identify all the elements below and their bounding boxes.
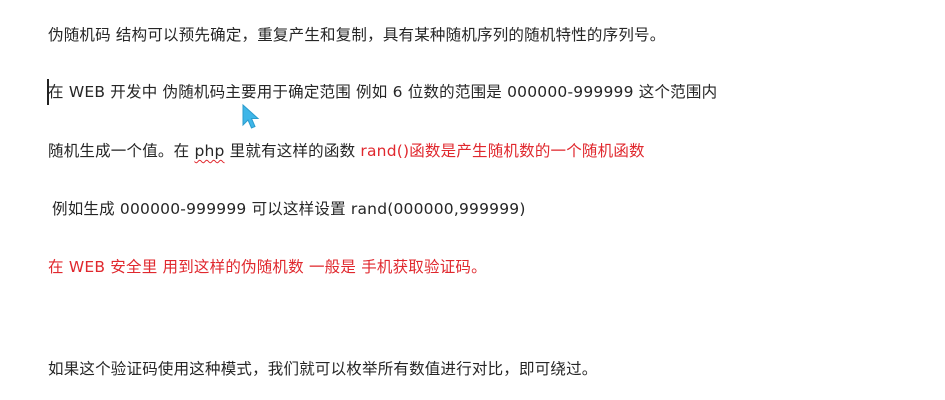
- php-spellcheck-word: php: [194, 142, 225, 160]
- line-3-text-b: 里就有这样的函数: [224, 142, 361, 160]
- paragraph-line-1: 伪随机码 结构可以预先确定，重复产生和复制，具有某种随机序列的随机特性的序列号。: [48, 26, 666, 44]
- document-page[interactable]: 伪随机码 结构可以预先确定，重复产生和复制，具有某种随机序列的随机特性的序列号。…: [0, 0, 945, 400]
- mouse-pointer-icon: [242, 103, 260, 129]
- paragraph-line-3: 随机生成一个值。在 php 里就有这样的函数 rand()函数是产生随机数的一个…: [48, 140, 645, 162]
- paragraph-line-5-red: 在 WEB 安全里 用到这样的伪随机数 一般是 手机获取验证码。: [48, 258, 487, 276]
- line-3-text-a: 随机生成一个值。在: [48, 142, 195, 160]
- paragraph-line-4: 例如生成 000000-999999 可以这样设置 rand(000000,99…: [52, 200, 526, 218]
- paragraph-line-2: 在 WEB 开发中 伪随机码主要用于确定范围 例如 6 位数的范围是 00000…: [48, 83, 718, 101]
- rand-function-highlight: rand()函数是产生随机数的一个随机函数: [360, 142, 645, 160]
- paragraph-line-6: 如果这个验证码使用这种模式，我们就可以枚举所有数值进行对比，即可绕过。: [48, 360, 598, 378]
